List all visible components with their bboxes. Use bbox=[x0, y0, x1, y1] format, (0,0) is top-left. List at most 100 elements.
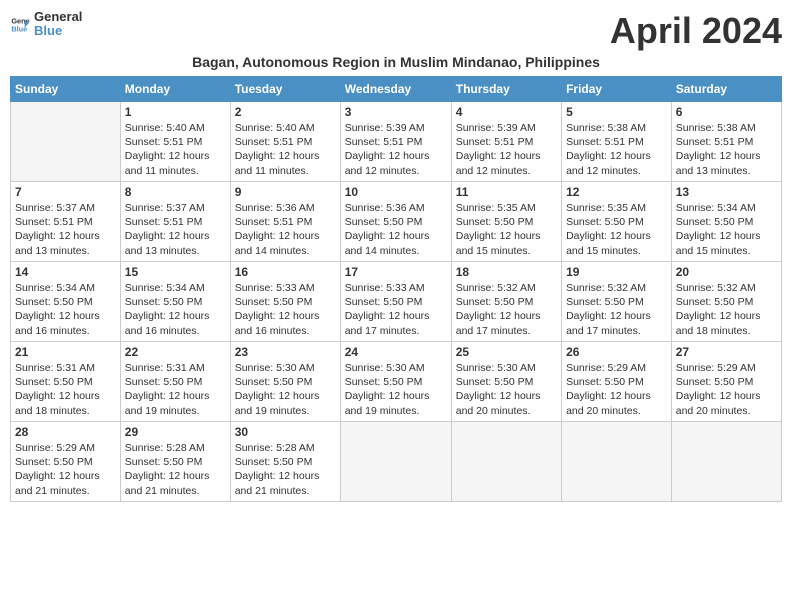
day-info: Sunrise: 5:35 AM Sunset: 5:50 PM Dayligh… bbox=[456, 201, 557, 258]
table-row: 6Sunrise: 5:38 AM Sunset: 5:51 PM Daylig… bbox=[671, 102, 781, 182]
day-number: 12 bbox=[566, 185, 667, 199]
day-number: 18 bbox=[456, 265, 557, 279]
table-row: 11 Sunrise: 5:35 AM Sunset: 5:50 PM Dayli… bbox=[451, 182, 561, 262]
page-container: General Blue GeneralBlue April 2024 Baga… bbox=[10, 10, 782, 502]
table-row bbox=[562, 422, 672, 502]
calendar-header-row: Sunday Monday Tuesday Wednesday Thursday… bbox=[11, 77, 782, 102]
day-info: Sunrise: 5:37 AM Sunset: 5:51 PM Dayligh… bbox=[125, 201, 226, 258]
table-row: 17Sunrise: 5:33 AM Sunset: 5:50 PM Dayli… bbox=[340, 262, 451, 342]
day-info: Sunrise: 5:36 AM Sunset: 5:51 PM Dayligh… bbox=[235, 201, 336, 258]
table-row: 20 Sunrise: 5:32 AM Sunset: 5:50 PM Dayli… bbox=[671, 262, 781, 342]
day-number: 4 bbox=[456, 105, 557, 119]
day-number: 3 bbox=[345, 105, 447, 119]
day-number: 29 bbox=[125, 425, 226, 439]
day-info: Sunrise: 5:39 AM Sunset: 5:51 PM Dayligh… bbox=[456, 121, 557, 178]
day-info: Sunrise: 5:31 AM Sunset: 5:50 PM Dayligh… bbox=[125, 361, 226, 418]
table-row: 12Sunrise: 5:35 AM Sunset: 5:50 PM Dayli… bbox=[562, 182, 672, 262]
calendar-week-row: 7 Sunrise: 5:37 AM Sunset: 5:51 PM Daylig… bbox=[11, 182, 782, 262]
table-row: 16Sunrise: 5:33 AM Sunset: 5:50 PM Dayli… bbox=[230, 262, 340, 342]
table-row: 14Sunrise: 5:34 AM Sunset: 5:50 PM Dayli… bbox=[11, 262, 121, 342]
table-row: 22Sunrise: 5:31 AM Sunset: 5:50 PM Dayli… bbox=[120, 342, 230, 422]
day-number: 28 bbox=[15, 425, 116, 439]
col-friday: Friday bbox=[562, 77, 672, 102]
table-row: 27 Sunrise: 5:29 AM Sunset: 5:50 PM Dayli… bbox=[671, 342, 781, 422]
day-info: Sunrise: 5:38 AM Sunset: 5:51 PM Dayligh… bbox=[676, 121, 777, 178]
col-wednesday: Wednesday bbox=[340, 77, 451, 102]
table-row bbox=[671, 422, 781, 502]
col-sunday: Sunday bbox=[11, 77, 121, 102]
table-row: 4 Sunrise: 5:39 AM Sunset: 5:51 PM Daylig… bbox=[451, 102, 561, 182]
day-info: Sunrise: 5:34 AM Sunset: 5:50 PM Dayligh… bbox=[125, 281, 226, 338]
table-row: 7 Sunrise: 5:37 AM Sunset: 5:51 PM Daylig… bbox=[11, 182, 121, 262]
table-row: 2 Sunrise: 5:40 AM Sunset: 5:51 PM Daylig… bbox=[230, 102, 340, 182]
day-number: 27 bbox=[676, 345, 777, 359]
day-number: 16 bbox=[235, 265, 336, 279]
table-row: 28 Sunrise: 5:29 AM Sunset: 5:50 PM Dayli… bbox=[11, 422, 121, 502]
table-row: 9 Sunrise: 5:36 AM Sunset: 5:51 PM Daylig… bbox=[230, 182, 340, 262]
day-info: Sunrise: 5:34 AM Sunset: 5:50 PM Dayligh… bbox=[676, 201, 777, 258]
calendar-week-row: 1 Sunrise: 5:40 AM Sunset: 5:51 PM Daylig… bbox=[11, 102, 782, 182]
day-number: 9 bbox=[235, 185, 336, 199]
day-number: 15 bbox=[125, 265, 226, 279]
day-number: 10 bbox=[345, 185, 447, 199]
table-row bbox=[451, 422, 561, 502]
logo-text: GeneralBlue bbox=[34, 10, 82, 39]
logo: General Blue GeneralBlue bbox=[10, 10, 82, 39]
calendar-body: 1 Sunrise: 5:40 AM Sunset: 5:51 PM Daylig… bbox=[11, 102, 782, 502]
day-info: Sunrise: 5:28 AM Sunset: 5:50 PM Dayligh… bbox=[125, 441, 226, 498]
day-info: Sunrise: 5:30 AM Sunset: 5:50 PM Dayligh… bbox=[456, 361, 557, 418]
day-number: 26 bbox=[566, 345, 667, 359]
table-row: 1Sunrise: 5:40 AM Sunset: 5:51 PM Daylig… bbox=[120, 102, 230, 182]
logo-icon: General Blue bbox=[10, 14, 30, 34]
table-row: 15 Sunrise: 5:34 AM Sunset: 5:50 PM Dayli… bbox=[120, 262, 230, 342]
day-info: Sunrise: 5:29 AM Sunset: 5:50 PM Dayligh… bbox=[566, 361, 667, 418]
table-row: 10 Sunrise: 5:36 AM Sunset: 5:50 PM Dayli… bbox=[340, 182, 451, 262]
day-info: Sunrise: 5:29 AM Sunset: 5:50 PM Dayligh… bbox=[15, 441, 116, 498]
day-info: Sunrise: 5:38 AM Sunset: 5:51 PM Dayligh… bbox=[566, 121, 667, 178]
page-subtitle: Bagan, Autonomous Region in Muslim Minda… bbox=[10, 54, 782, 70]
day-info: Sunrise: 5:33 AM Sunset: 5:50 PM Dayligh… bbox=[345, 281, 447, 338]
table-row: 5 Sunrise: 5:38 AM Sunset: 5:51 PM Daylig… bbox=[562, 102, 672, 182]
day-number: 2 bbox=[235, 105, 336, 119]
day-info: Sunrise: 5:32 AM Sunset: 5:50 PM Dayligh… bbox=[456, 281, 557, 338]
table-row: 24 Sunrise: 5:30 AM Sunset: 5:50 PM Dayli… bbox=[340, 342, 451, 422]
day-info: Sunrise: 5:31 AM Sunset: 5:50 PM Dayligh… bbox=[15, 361, 116, 418]
day-number: 1 bbox=[125, 105, 226, 119]
day-number: 13 bbox=[676, 185, 777, 199]
day-number: 20 bbox=[676, 265, 777, 279]
day-number: 23 bbox=[235, 345, 336, 359]
day-info: Sunrise: 5:28 AM Sunset: 5:50 PM Dayligh… bbox=[235, 441, 336, 498]
day-info: Sunrise: 5:29 AM Sunset: 5:50 PM Dayligh… bbox=[676, 361, 777, 418]
table-row: 30 Sunrise: 5:28 AM Sunset: 5:50 PM Dayli… bbox=[230, 422, 340, 502]
month-title: April 2024 bbox=[610, 10, 782, 52]
table-row bbox=[340, 422, 451, 502]
table-row: 26 Sunrise: 5:29 AM Sunset: 5:50 PM Dayli… bbox=[562, 342, 672, 422]
day-info: Sunrise: 5:32 AM Sunset: 5:50 PM Dayligh… bbox=[566, 281, 667, 338]
table-row: 29 Sunrise: 5:28 AM Sunset: 5:50 PM Dayli… bbox=[120, 422, 230, 502]
day-info: Sunrise: 5:34 AM Sunset: 5:50 PM Dayligh… bbox=[15, 281, 116, 338]
day-number: 5 bbox=[566, 105, 667, 119]
col-thursday: Thursday bbox=[451, 77, 561, 102]
day-info: Sunrise: 5:37 AM Sunset: 5:51 PM Dayligh… bbox=[15, 201, 116, 258]
table-row: 13 Sunrise: 5:34 AM Sunset: 5:50 PM Dayli… bbox=[671, 182, 781, 262]
table-row: 3 Sunrise: 5:39 AM Sunset: 5:51 PM Daylig… bbox=[340, 102, 451, 182]
day-info: Sunrise: 5:32 AM Sunset: 5:50 PM Dayligh… bbox=[676, 281, 777, 338]
day-number: 11 bbox=[456, 185, 557, 199]
day-info: Sunrise: 5:36 AM Sunset: 5:50 PM Dayligh… bbox=[345, 201, 447, 258]
day-info: Sunrise: 5:30 AM Sunset: 5:50 PM Dayligh… bbox=[345, 361, 447, 418]
day-info: Sunrise: 5:40 AM Sunset: 5:51 PM Dayligh… bbox=[235, 121, 336, 178]
day-info: Sunrise: 5:39 AM Sunset: 5:51 PM Dayligh… bbox=[345, 121, 447, 178]
day-number: 24 bbox=[345, 345, 447, 359]
calendar-table: Sunday Monday Tuesday Wednesday Thursday… bbox=[10, 76, 782, 502]
table-row bbox=[11, 102, 121, 182]
calendar-week-row: 21 Sunrise: 5:31 AM Sunset: 5:50 PM Dayli… bbox=[11, 342, 782, 422]
day-number: 25 bbox=[456, 345, 557, 359]
table-row: 8Sunrise: 5:37 AM Sunset: 5:51 PM Daylig… bbox=[120, 182, 230, 262]
day-number: 30 bbox=[235, 425, 336, 439]
day-number: 7 bbox=[15, 185, 116, 199]
table-row: 19 Sunrise: 5:32 AM Sunset: 5:50 PM Dayli… bbox=[562, 262, 672, 342]
calendar-week-row: 14Sunrise: 5:34 AM Sunset: 5:50 PM Dayli… bbox=[11, 262, 782, 342]
day-number: 21 bbox=[15, 345, 116, 359]
day-number: 19 bbox=[566, 265, 667, 279]
table-row: 21 Sunrise: 5:31 AM Sunset: 5:50 PM Dayli… bbox=[11, 342, 121, 422]
